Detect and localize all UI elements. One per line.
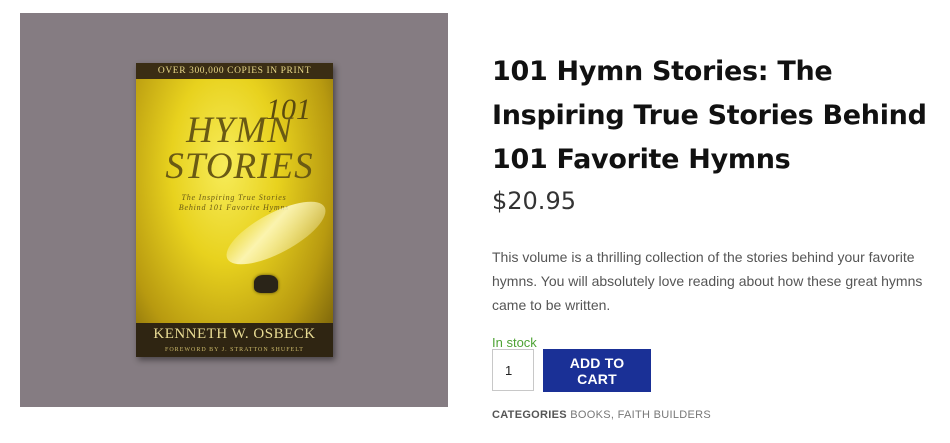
book-cover-image[interactable]: OVER 300,000 COPIES IN PRINT 101 HYMN ST…: [136, 63, 333, 357]
category-link-books[interactable]: BOOKS: [570, 409, 611, 421]
product-summary: 101 Hymn Stories: The Inspiring True Sto…: [492, 50, 932, 421]
category-separator: ,: [610, 409, 618, 421]
categories-label: CATEGORIES: [492, 409, 567, 421]
cover-banner: OVER 300,000 COPIES IN PRINT: [136, 63, 333, 79]
cover-author: KENNETH W. OSBECK: [153, 326, 316, 342]
add-to-cart-button[interactable]: ADD TO CART: [543, 349, 651, 392]
product-categories: CATEGORIES BOOKS, FAITH BUILDERS: [492, 409, 711, 421]
product-gallery: OVER 300,000 COPIES IN PRINT 101 HYMN ST…: [20, 13, 448, 407]
product-price: $20.95: [492, 187, 576, 215]
product-title: 101 Hymn Stories: The Inspiring True Sto…: [492, 56, 927, 175]
quantity-input[interactable]: [492, 349, 534, 391]
product-description: This volume is a thrilling collection of…: [492, 249, 923, 313]
cover-foreword: FOREWORD BY J. STRATTON SHUFELT: [165, 347, 304, 353]
inkwell-illustration: [254, 275, 278, 293]
cover-title: HYMN STORIES: [165, 110, 314, 187]
stock-status: In stock: [492, 335, 537, 350]
category-link-faith-builders[interactable]: FAITH BUILDERS: [618, 409, 711, 421]
